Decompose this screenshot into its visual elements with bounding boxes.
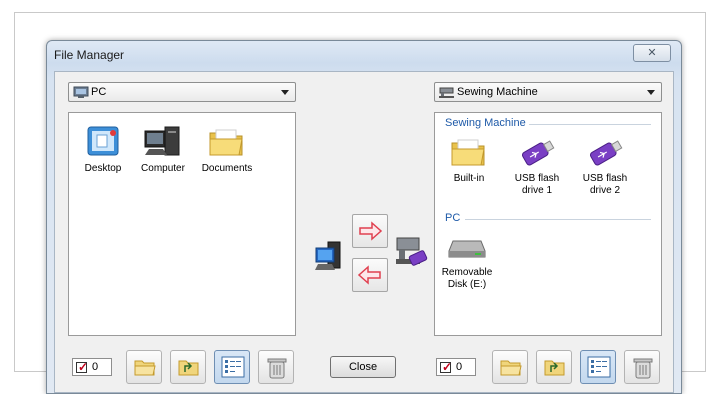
- removable-disk-icon: [448, 240, 486, 258]
- usb-drive-icon: [521, 140, 555, 166]
- item-label: Desktop: [84, 163, 122, 174]
- list-view-icon: [221, 356, 245, 378]
- right-source-dropdown[interactable]: Sewing Machine: [434, 82, 662, 102]
- window-close-button[interactable]: ✕: [633, 44, 671, 62]
- group-divider: [529, 124, 651, 125]
- right-up-folder-button[interactable]: [536, 350, 572, 384]
- select-all-checkbox[interactable]: ✓: [76, 360, 89, 374]
- title-bar: File Manager ✕: [47, 41, 681, 67]
- folder-icon: [451, 139, 485, 166]
- list-item-removable-disk[interactable]: Removable Disk (E:): [435, 233, 499, 291]
- trash-icon: [267, 358, 287, 379]
- up-folder-icon: [544, 360, 565, 376]
- sewing-machine-transfer-icon: [396, 237, 428, 266]
- chevron-down-icon: [281, 90, 289, 95]
- item-label: Documents: [201, 163, 253, 174]
- trash-icon: [633, 358, 653, 379]
- chevron-down-icon: [647, 90, 655, 95]
- item-label: Removable Disk (E:): [441, 267, 493, 290]
- pc-icon: [73, 86, 89, 98]
- checkmark-icon: ✓: [78, 360, 89, 374]
- left-selection-counter: ✓ 0: [72, 358, 112, 376]
- left-file-panel: Desktop Computer Documents: [68, 112, 296, 336]
- list-item-built-in[interactable]: Built-in: [437, 135, 501, 185]
- left-open-folder-button[interactable]: [126, 350, 162, 384]
- right-count: 0: [456, 361, 463, 373]
- window-title: File Manager: [54, 48, 125, 62]
- transfer-left-button[interactable]: [352, 258, 388, 292]
- arrow-left-icon: [357, 265, 381, 285]
- item-label: Built-in: [453, 173, 485, 184]
- item-label: USB flash drive 2: [582, 173, 628, 196]
- right-selection-counter: ✓ 0: [436, 358, 476, 376]
- left-source-dropdown[interactable]: PC: [68, 82, 296, 102]
- right-delete-button[interactable]: [624, 350, 660, 384]
- left-list-view-button[interactable]: [214, 350, 250, 384]
- left-up-folder-button[interactable]: [170, 350, 206, 384]
- computer-icon: [144, 126, 180, 156]
- up-folder-icon: [178, 360, 199, 376]
- list-item-documents[interactable]: Documents: [195, 125, 259, 175]
- right-file-panel: Sewing Machine Built-in USB flash drive …: [434, 112, 662, 336]
- list-item-desktop[interactable]: Desktop: [71, 125, 135, 175]
- window-client: PC Desktop Computer Documents Sewing Mac…: [54, 71, 674, 393]
- group-heading-pc: PC: [445, 212, 461, 224]
- group-heading-sewing-machine: Sewing Machine: [445, 117, 526, 129]
- usb-drive-icon: [589, 140, 623, 166]
- group-divider: [465, 219, 651, 220]
- right-open-folder-button[interactable]: [492, 350, 528, 384]
- checkmark-icon: ✓: [442, 360, 453, 374]
- left-count: 0: [92, 361, 99, 373]
- folder-icon: [209, 129, 243, 156]
- right-source-label: Sewing Machine: [457, 86, 538, 98]
- arrow-right-icon: [359, 221, 383, 241]
- left-delete-button[interactable]: [258, 350, 294, 384]
- close-button[interactable]: Close: [330, 356, 396, 378]
- sewing-machine-icon: [439, 87, 454, 98]
- list-view-icon: [587, 356, 611, 378]
- open-folder-icon: [134, 360, 156, 376]
- select-all-checkbox[interactable]: ✓: [440, 360, 453, 374]
- left-source-label: PC: [91, 86, 107, 98]
- item-label: USB flash drive 1: [514, 173, 560, 196]
- list-item-usb-flash-drive-1[interactable]: USB flash drive 1: [505, 135, 569, 197]
- right-list-view-button[interactable]: [580, 350, 616, 384]
- list-item-usb-flash-drive-2[interactable]: USB flash drive 2: [573, 135, 637, 197]
- file-manager-window: File Manager ✕ PC Desktop Computer Docum…: [46, 40, 682, 394]
- item-label: Computer: [141, 163, 185, 174]
- pc-transfer-icon: [315, 241, 341, 270]
- list-item-computer[interactable]: Computer: [131, 125, 195, 175]
- desktop-icon: [87, 126, 119, 156]
- transfer-right-button[interactable]: [352, 214, 388, 248]
- open-folder-icon: [500, 360, 522, 376]
